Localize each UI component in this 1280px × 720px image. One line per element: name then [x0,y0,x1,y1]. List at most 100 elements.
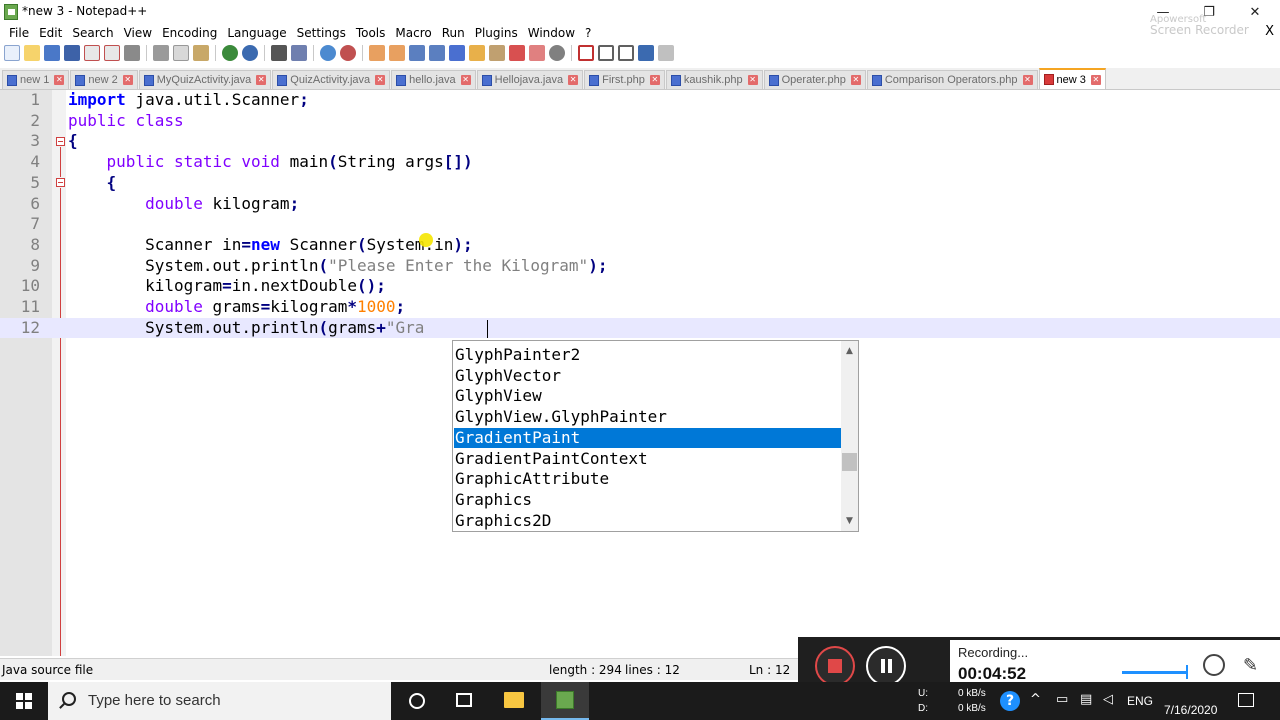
show-all-characters-icon[interactable] [429,45,445,61]
tab-kaushik-php[interactable]: kaushik.php ✕ [665,70,763,89]
pen-icon[interactable]: ✎ [1243,656,1263,676]
network-icon[interactable]: ▤ [1080,692,1092,707]
file-explorer-icon[interactable] [504,692,524,708]
menu-help[interactable]: ? [580,24,596,42]
save-macro-icon[interactable] [658,45,674,61]
new-file-icon[interactable] [4,45,20,61]
tab-close-icon[interactable]: ✕ [649,75,660,85]
tab-operater-php[interactable]: Operater.php ✕ [763,70,866,89]
menu-encoding[interactable]: Encoding [157,24,222,42]
help-icon[interactable]: ? [1000,691,1020,711]
cut-icon[interactable] [153,45,169,61]
tab-first-php[interactable]: First.php ✕ [584,70,665,89]
chevron-up-icon[interactable]: ^ [1030,692,1041,707]
tab-myquizactivity[interactable]: MyQuizActivity.java ✕ [138,70,272,89]
close-file-icon[interactable] [84,45,100,61]
monitoring-icon[interactable] [529,45,545,61]
autocomplete-item[interactable]: GlyphPainter2 [454,345,841,366]
tab-close-icon[interactable]: ✕ [375,75,386,85]
tab-new-3[interactable]: new 3 ✕ [1038,68,1106,89]
undo-icon[interactable] [222,45,238,61]
volume-slider[interactable] [1122,671,1188,674]
taskbar-date[interactable]: 7/16/2020 [1164,703,1217,717]
sync-horizontal-icon[interactable] [389,45,405,61]
pause-recording-button[interactable] [866,646,906,686]
find-icon[interactable] [271,45,287,61]
paste-icon[interactable] [193,45,209,61]
record-macro-icon[interactable] [578,45,594,61]
sync-vertical-icon[interactable] [369,45,385,61]
autocomplete-popup[interactable]: GlyphPainter2 GlyphVector GlyphView Glyp… [452,340,859,532]
autocomplete-item[interactable]: GlyphView.GlyphPainter [454,407,841,428]
menu-tools[interactable]: Tools [351,24,391,42]
menu-language[interactable]: Language [222,24,291,42]
battery-icon[interactable]: ▭ [1056,692,1068,707]
menu-window[interactable]: Window [523,24,580,42]
tab-close-icon[interactable]: ✕ [54,75,65,85]
task-view-icon[interactable] [456,693,472,707]
tab-hello-java[interactable]: hello.java ✕ [391,70,476,89]
open-file-icon[interactable] [24,45,40,61]
cortana-icon[interactable] [409,693,425,709]
stop-recording-icon[interactable] [598,45,614,61]
scroll-thumb[interactable] [842,453,857,471]
autocomplete-scrollbar[interactable]: ▲ ▼ [841,341,858,531]
tab-close-icon[interactable]: ✕ [568,75,579,85]
close-document-button[interactable]: X [1265,24,1274,39]
save-all-icon[interactable] [64,45,80,61]
function-list-icon[interactable] [489,45,505,61]
menu-plugins[interactable]: Plugins [470,24,523,42]
tab-close-icon[interactable]: ✕ [850,75,861,85]
webcam-icon[interactable] [1203,654,1225,676]
autocomplete-item[interactable]: GlyphView [454,386,841,407]
menu-edit[interactable]: Edit [34,24,67,42]
volume-slider-handle[interactable] [1186,665,1188,679]
menu-view[interactable]: View [119,24,157,42]
tab-close-icon[interactable]: ✕ [460,75,471,85]
folder-as-workspace-icon[interactable] [509,45,525,61]
volume-icon[interactable]: ◁ [1103,692,1113,707]
tab-comparison-operators[interactable]: Comparison Operators.php ✕ [866,70,1038,89]
save-icon[interactable] [44,45,60,61]
tab-hellojava[interactable]: Hellojava.java ✕ [476,70,584,89]
run-macro-multiple-icon[interactable] [638,45,654,61]
autocomplete-item-selected[interactable]: GradientPaint [454,427,841,449]
tab-close-icon[interactable]: ✕ [256,75,267,85]
zoom-out-icon[interactable] [340,45,356,61]
autocomplete-item[interactable]: GlyphVector [454,366,841,387]
menu-search[interactable]: Search [67,24,118,42]
autocomplete-item[interactable]: Graphics2D [454,511,841,532]
scroll-up-icon[interactable]: ▲ [841,343,858,360]
copy-icon[interactable] [173,45,189,61]
notification-center-icon[interactable] [1238,693,1254,707]
indent-guide-icon[interactable] [449,45,465,61]
playback-icon[interactable] [618,45,634,61]
autocomplete-item[interactable]: GraphicAttribute [454,469,841,490]
menu-settings[interactable]: Settings [292,24,351,42]
taskbar-search-box[interactable]: Type here to search [48,682,391,720]
print-icon[interactable] [124,45,140,61]
tab-quizactivity[interactable]: QuizActivity.java ✕ [272,70,391,89]
autocomplete-item[interactable]: Graphics [454,490,841,511]
language-indicator[interactable]: ENG [1127,694,1153,708]
tab-close-icon[interactable]: ✕ [122,75,133,85]
zoom-in-icon[interactable] [320,45,336,61]
start-button[interactable] [0,682,48,720]
menu-file[interactable]: File [4,24,34,42]
scroll-down-icon[interactable]: ▼ [841,513,858,530]
tab-close-icon[interactable]: ✕ [747,75,758,85]
tab-new-1[interactable]: new 1 ✕ [2,70,70,89]
tab-new-2[interactable]: new 2 ✕ [70,70,138,89]
tab-close-icon[interactable]: ✕ [1022,75,1033,85]
record-macro-placeholder-icon[interactable] [549,45,565,61]
word-wrap-icon[interactable] [409,45,425,61]
replace-icon[interactable] [291,45,307,61]
document-map-icon[interactable] [469,45,485,61]
taskbar-notepadpp[interactable] [541,682,589,720]
redo-icon[interactable] [242,45,258,61]
close-all-icon[interactable] [104,45,120,61]
menu-run[interactable]: Run [437,24,470,42]
menu-macro[interactable]: Macro [390,24,436,42]
autocomplete-item[interactable]: GradientPaintContext [454,449,841,470]
stop-recording-button[interactable] [815,646,855,686]
